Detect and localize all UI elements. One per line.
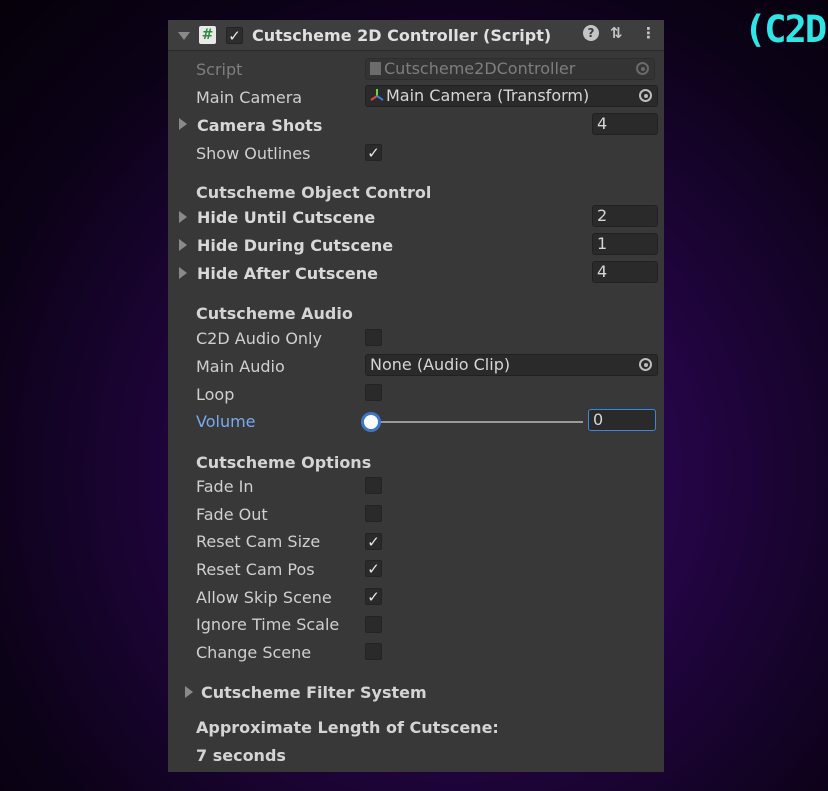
object-picker-icon[interactable] — [639, 358, 652, 371]
loop-checkbox[interactable] — [365, 384, 382, 401]
hide-until-size-field[interactable]: 2 — [592, 205, 658, 227]
reset-cam-pos-checkbox[interactable]: ✓ — [365, 560, 382, 578]
change-scene-label: Change Scene — [196, 643, 312, 662]
component-title: Cutscheme 2D Controller (Script) — [252, 26, 552, 45]
camera-shots-label[interactable]: Camera Shots — [197, 116, 322, 135]
main-camera-field[interactable]: Main Camera (Transform) — [365, 85, 658, 107]
main-audio-value: None (Audio Clip) — [370, 355, 511, 374]
foldout-arrow-icon[interactable] — [179, 239, 187, 251]
c2d-badge: (C2D) — [744, 8, 828, 51]
approx-length-label: Approximate Length of Cutscene: — [196, 718, 499, 737]
object-picker-icon[interactable] — [639, 89, 652, 102]
volume-slider-handle[interactable] — [364, 415, 378, 429]
main-audio-field[interactable]: None (Audio Clip) — [365, 354, 658, 376]
script-value: Cutscheme2DController — [384, 59, 576, 78]
hide-during-size-field[interactable]: 1 — [592, 233, 658, 255]
transform-icon — [370, 89, 384, 101]
volume-value-field[interactable]: 0 — [588, 409, 656, 431]
show-outlines-checkbox[interactable]: ✓ — [365, 144, 382, 162]
foldout-arrow-icon[interactable] — [179, 211, 187, 223]
foldout-arrow-icon[interactable] — [178, 32, 190, 40]
volume-slider-track[interactable] — [371, 421, 583, 423]
presets-icon[interactable]: ⇅ — [610, 24, 623, 42]
audio-heading: Cutscheme Audio — [196, 304, 353, 323]
reset-cam-size-checkbox[interactable]: ✓ — [365, 533, 382, 551]
script-icon: # — [199, 26, 216, 44]
c2d-audio-only-label: C2D Audio Only — [196, 329, 322, 348]
fade-in-label: Fade In — [196, 477, 254, 496]
volume-label: Volume — [196, 412, 256, 431]
foldout-arrow-icon[interactable] — [185, 686, 193, 698]
allow-skip-scene-label: Allow Skip Scene — [196, 588, 332, 607]
main-camera-value: Main Camera (Transform) — [386, 86, 590, 105]
object-picker-icon — [636, 62, 649, 75]
allow-skip-scene-checkbox[interactable]: ✓ — [365, 588, 382, 606]
ignore-time-scale-checkbox[interactable] — [365, 616, 382, 633]
change-scene-checkbox[interactable] — [365, 643, 382, 660]
ignore-time-scale-label: Ignore Time Scale — [196, 615, 340, 634]
help-icon[interactable]: ? — [583, 25, 599, 41]
hide-during-label[interactable]: Hide During Cutscene — [197, 236, 393, 255]
hide-after-label[interactable]: Hide After Cutscene — [197, 264, 378, 283]
main-camera-label: Main Camera — [196, 88, 303, 107]
main-audio-label: Main Audio — [196, 357, 285, 376]
reset-cam-size-label: Reset Cam Size — [196, 532, 321, 551]
fade-in-checkbox[interactable] — [365, 477, 382, 494]
loop-label: Loop — [196, 385, 235, 404]
foldout-arrow-icon[interactable] — [179, 118, 187, 130]
component-header[interactable]: # ✓ Cutscheme 2D Controller (Script) ? ⇅… — [168, 20, 664, 51]
fade-out-label: Fade Out — [196, 505, 268, 524]
c2d-audio-only-checkbox[interactable] — [365, 329, 382, 346]
hide-after-size-field[interactable]: 4 — [592, 261, 658, 283]
show-outlines-label: Show Outlines — [196, 144, 311, 163]
hide-until-label[interactable]: Hide Until Cutscene — [197, 208, 375, 227]
object-control-heading: Cutscheme Object Control — [196, 183, 432, 202]
options-heading: Cutscheme Options — [196, 453, 372, 472]
component-enabled-checkbox[interactable]: ✓ — [226, 27, 243, 45]
foldout-arrow-icon[interactable] — [179, 267, 187, 279]
script-label: Script — [196, 60, 243, 79]
approx-length-value: 7 seconds — [196, 746, 286, 765]
inspector-component-panel: # ✓ Cutscheme 2D Controller (Script) ? ⇅… — [168, 20, 664, 772]
reset-cam-pos-label: Reset Cam Pos — [196, 560, 315, 579]
script-file-icon — [370, 62, 381, 75]
camera-shots-size-field[interactable]: 4 — [592, 113, 658, 135]
kebab-menu-icon[interactable]: ⋮ — [641, 24, 656, 42]
script-field: Cutscheme2DController — [365, 58, 655, 80]
fade-out-checkbox[interactable] — [365, 505, 382, 522]
filter-system-foldout[interactable]: Cutscheme Filter System — [201, 683, 427, 702]
